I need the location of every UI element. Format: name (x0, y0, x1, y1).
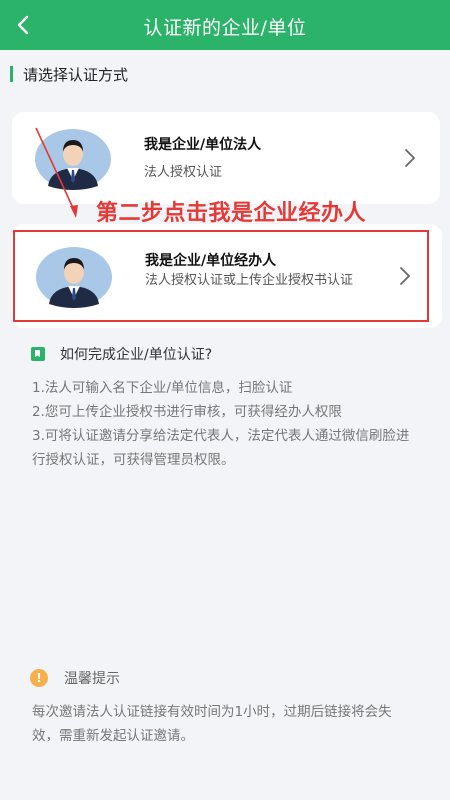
annotation-text: 第二步点击我是企业经办人 (96, 201, 367, 226)
warning-icon: ! (30, 669, 48, 687)
page-title: 认证新的企业/单位 (143, 17, 307, 39)
top-bar: 认证新的企业/单位 (0, 0, 450, 50)
option-title: 我是企业/单位法人 (144, 137, 262, 153)
tip-title: 温馨提示 (64, 671, 120, 687)
howto-line: 3.可将认证邀请分享给法定代表人，法定代表人通过微信刷脸进行授权认证，可获得管理… (32, 428, 410, 468)
option-subtitle: 法人授权认证或上传企业授权书认证 (145, 273, 354, 288)
option-legal-representative[interactable]: 我是企业/单位法人 法人授权认证 (12, 112, 440, 204)
howto-body: 1.法人可输入名下企业/单位信息，扫脸认证 2.您可上传企业授权书进行审核，可获… (32, 376, 412, 472)
book-icon (31, 347, 45, 361)
avatar-icon (35, 129, 111, 190)
tip-heading: ! 温馨提示 (30, 668, 120, 688)
option-subtitle: 法人授权认证 (144, 165, 223, 180)
section-heading-text: 请选择认证方式 (23, 65, 129, 84)
howto-line: 2.您可上传企业授权书进行审核，可获得经办人权限 (32, 404, 342, 420)
section-accent-bar (10, 66, 13, 82)
option-title: 我是企业/单位经办人 (145, 253, 277, 269)
chevron-right-icon (405, 149, 415, 167)
howto-line: 1.法人可输入名下企业/单位信息，扫脸认证 (32, 380, 293, 396)
section-heading: 请选择认证方式 (10, 64, 128, 84)
howto-title: 如何完成企业/单位认证? (60, 347, 213, 363)
avatar-icon (36, 247, 112, 308)
tip-body: 每次邀请法人认证链接有效时间为1小时，过期后链接将会失效，需重新发起认证邀请。 (32, 704, 392, 744)
howto-heading: 如何完成企业/单位认证? (30, 344, 212, 364)
option-agent[interactable]: 我是企业/单位经办人 法人授权认证或上传企业授权书认证 (13, 230, 429, 322)
chevron-right-icon (400, 267, 410, 285)
